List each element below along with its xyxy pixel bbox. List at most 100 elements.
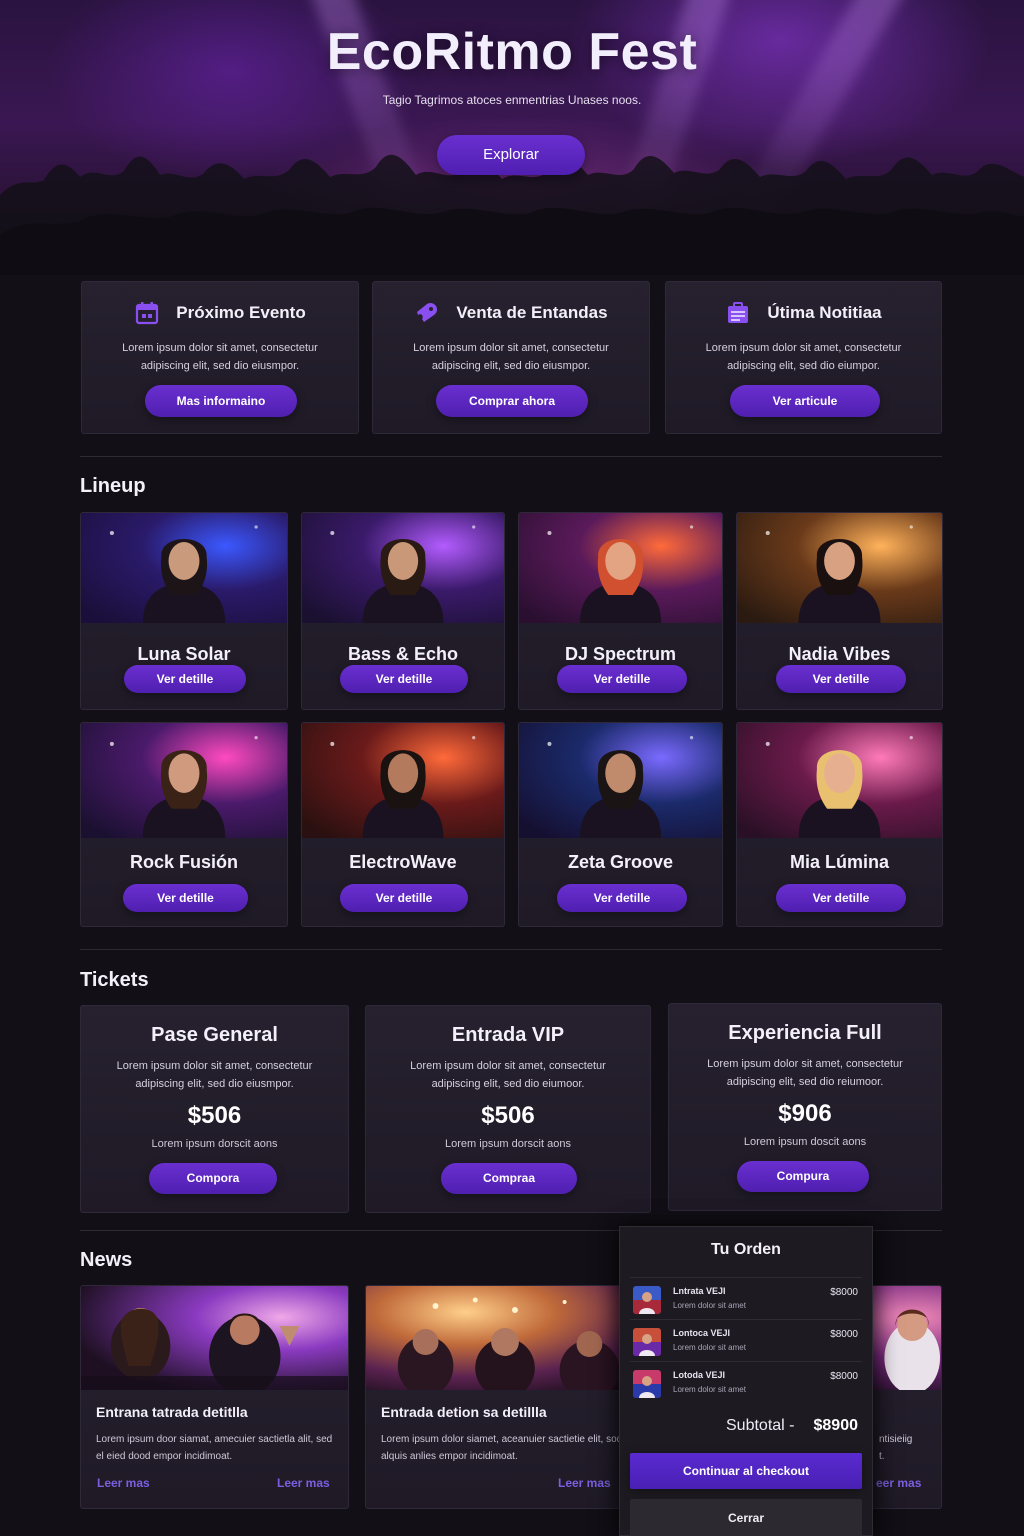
read-more-link[interactable]: Leer mas: [558, 1476, 611, 1490]
order-item-description: Lorem dolor sit amet: [673, 1385, 746, 1394]
artist-name: ElectroWave: [349, 852, 457, 872]
info-card-latest-news: Útima Notitiaa Lorem ipsum dolor sit ame…: [665, 281, 942, 434]
artist-photo: [737, 723, 942, 838]
artist-photo: [302, 513, 504, 623]
news-title: Entrana tatrada detitlla: [96, 1404, 248, 1420]
ticket-name: Pase General: [151, 1024, 278, 1046]
ticket-note: Lorem ipsum dorscit aons: [151, 1138, 278, 1150]
news-text: ntisieiig t.: [879, 1434, 913, 1462]
read-more-link[interactable]: Leer mas: [277, 1476, 330, 1490]
view-detail-button[interactable]: Ver detille: [557, 884, 687, 912]
order-item: Lntrata VEJI Lorem dolor sit amet $8000: [630, 1277, 862, 1319]
hero-banner: EcoRitmo Fest Tagio Tagrimos atoces enme…: [0, 0, 1024, 275]
artist-name: DJ Spectrum: [564, 644, 677, 664]
artist-card[interactable]: Nadia Vibes Ver detille: [736, 512, 943, 710]
calendar-icon: [136, 302, 159, 325]
ticket-price: $506: [187, 1102, 242, 1129]
ticket-description: Lorem ipsum dolor sit amet, consectetur …: [707, 1058, 903, 1088]
news-heading: News: [80, 1249, 133, 1271]
news-title: Entrada detion sa detillla: [381, 1404, 547, 1420]
artist-card[interactable]: Zeta Groove Ver detille: [518, 722, 723, 927]
ticket-price: $506: [481, 1102, 535, 1129]
news-text: Lorem ipsum dolor siamet, aceanuier sact…: [381, 1434, 623, 1462]
close-button[interactable]: Cerrar: [630, 1499, 862, 1536]
ticket-card-full: Experiencia Full Lorem ipsum dolor sit a…: [668, 1003, 942, 1211]
hero-title: EcoRitmo Fest: [326, 23, 698, 81]
artist-card[interactable]: Rock Fusión Ver detille: [80, 722, 288, 927]
order-item-price: $8000: [830, 1329, 858, 1340]
view-detail-button[interactable]: Ver detille: [123, 884, 248, 912]
order-item-price: $8000: [830, 1287, 858, 1298]
hero-subtitle: Tagio Tagrimos atoces enmentrias Unases …: [382, 93, 642, 107]
order-item-name: Lontoca VEJI: [673, 1328, 731, 1338]
ticket-note: Lorem ipsum dorscit aons: [445, 1138, 571, 1150]
buy-now-button[interactable]: Comprar ahora: [436, 385, 588, 417]
read-more-link[interactable]: Leer mas: [97, 1476, 150, 1490]
artist-card[interactable]: Luna Solar Ver detille: [80, 512, 288, 710]
artist-card[interactable]: Bass & Echo Ver detille: [301, 512, 505, 710]
info-card-text: Lorem ipsum dolor sit amet, consectetur …: [413, 342, 609, 372]
view-detail-button[interactable]: Ver detille: [340, 665, 468, 693]
info-card-title: Próximo Evento: [176, 303, 306, 322]
artist-photo: [519, 723, 722, 838]
news-card: Entrana tatrada detitlla Lorem ipsum doo…: [80, 1285, 349, 1509]
view-detail-button[interactable]: Ver detille: [776, 665, 906, 693]
order-item-name: Lotoda VEJI: [673, 1370, 726, 1380]
order-title: Tu Orden: [711, 1241, 781, 1258]
order-item: Lontoca VEJI Lorem dolor sit amet $8000: [630, 1319, 862, 1361]
ticket-name: Entrada VIP: [451, 1024, 565, 1046]
ticket-description: Lorem ipsum dolor sit amet, consectetur …: [410, 1060, 606, 1090]
buy-ticket-button[interactable]: Compura: [737, 1161, 869, 1192]
artist-name: Rock Fusión: [129, 852, 238, 872]
artist-card[interactable]: DJ Spectrum Ver detille: [518, 512, 723, 710]
info-card-title: Útima Notitiaa: [767, 303, 882, 322]
news-text: Lorem ipsum door siamat, amecuier sactie…: [96, 1434, 333, 1462]
section-divider: [80, 456, 942, 457]
artist-name: Zeta Groove: [567, 852, 674, 872]
read-article-button[interactable]: Ver articule: [730, 385, 880, 417]
order-item-thumbnail: [633, 1370, 661, 1398]
buy-ticket-button[interactable]: Compora: [149, 1163, 277, 1194]
explore-button[interactable]: Explorar: [437, 135, 585, 175]
read-more-link[interactable]: eer mas: [876, 1476, 921, 1490]
news-card: Entrada detion sa detillla Lorem ipsum d…: [365, 1285, 651, 1509]
order-panel: Tu Orden Lntrata VEJI Lorem dolor sit ame…: [619, 1226, 873, 1536]
info-card-ticket-sale: Venta de Entandas Lorem ipsum dolor sit …: [372, 281, 650, 434]
lineup-heading: Lineup: [80, 475, 146, 497]
artist-name: Bass & Echo: [347, 644, 459, 664]
buy-ticket-button[interactable]: Compraa: [441, 1163, 577, 1194]
view-detail-button[interactable]: Ver detille: [776, 884, 906, 912]
info-card-text: Lorem ipsum dolor sit amet, consectetur …: [122, 342, 318, 372]
info-card-text: Lorem ipsum dolor sit amet, consectetur …: [705, 342, 902, 372]
artist-card[interactable]: Mia Lúmina Ver detille: [736, 722, 943, 927]
subtotal-row: Subtotal - $8900: [630, 1405, 862, 1445]
order-item-thumbnail: [633, 1286, 661, 1314]
news-icon: [728, 302, 749, 323]
news-photo: [81, 1286, 348, 1390]
order-item-thumbnail: [633, 1328, 661, 1356]
artist-name: Mia Lúmina: [789, 852, 889, 872]
artist-photo: [302, 723, 504, 838]
subtotal-value: $8900: [813, 1417, 859, 1434]
order-item: Lotoda VEJI Lorem dolor sit amet $8000: [630, 1361, 862, 1403]
info-card-next-event: Próximo Evento Lorem ipsum dolor sit ame…: [81, 281, 359, 434]
artist-name: Nadia Vibes: [788, 644, 891, 664]
section-divider: [80, 949, 942, 950]
order-item-price: $8000: [830, 1371, 858, 1382]
ticket-card-vip: Entrada VIP Lorem ipsum dolor sit amet, …: [365, 1005, 651, 1213]
artist-name: Luna Solar: [137, 644, 231, 664]
checkout-button[interactable]: Continuar al checkout: [630, 1453, 862, 1489]
view-detail-button[interactable]: Ver detille: [557, 665, 687, 693]
order-item-description: Lorem dolor sit amet: [673, 1343, 746, 1352]
order-item-name: Lntrata VEJI: [673, 1286, 726, 1296]
order-item-description: Lorem dolor sit amet: [673, 1301, 746, 1310]
view-detail-button[interactable]: Ver detille: [340, 884, 468, 912]
ticket-name: Experiencia Full: [728, 1022, 882, 1044]
ticket-card-general: Pase General Lorem ipsum dolor sit amet,…: [80, 1005, 349, 1213]
view-detail-button[interactable]: Ver detille: [124, 665, 246, 693]
ticket-note: Lorem ipsum doscit aons: [743, 1136, 867, 1148]
more-info-button[interactable]: Mas informaino: [145, 385, 297, 417]
artist-card[interactable]: ElectroWave Ver detille: [301, 722, 505, 927]
artist-photo: [81, 723, 287, 838]
artist-photo: [737, 513, 942, 623]
